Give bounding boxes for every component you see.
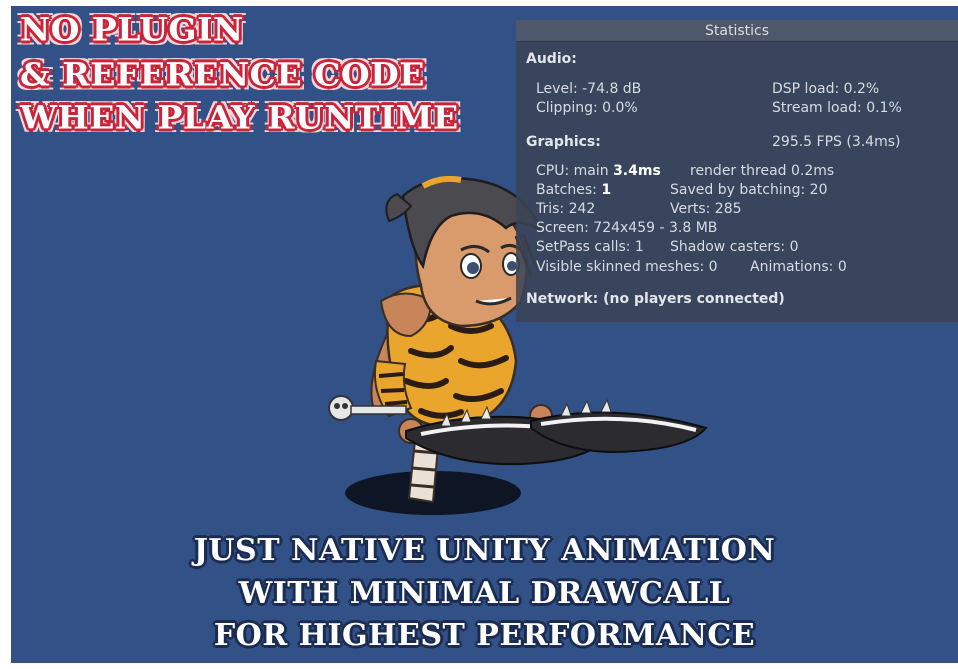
headline-line-3: WHEN PLAY RUNTIME xyxy=(20,99,459,137)
audio-heading: Audio: xyxy=(526,51,577,67)
game-viewport: NO PLUGIN & REFERENCE CODE WHEN PLAY RUN… xyxy=(11,6,958,663)
caption-line-3: FOR HIGHEST PERFORMANCE xyxy=(213,618,756,653)
statistics-title[interactable]: Statistics xyxy=(516,20,958,42)
audio-level: Level: -74.8 dB xyxy=(536,81,642,97)
screen-info: Screen: 724x459 - 3.8 MB xyxy=(536,220,718,236)
cpu-label: CPU: main xyxy=(536,163,614,179)
network-status: Network: (no players connected) xyxy=(526,291,785,307)
render-thread: render thread 0.2ms xyxy=(690,163,835,179)
batches-label: Batches: xyxy=(536,182,602,198)
audio-stream-load: Stream load: 0.1% xyxy=(772,100,902,116)
batches-value: 1 xyxy=(601,182,612,198)
saved-by-batching: Saved by batching: 20 xyxy=(670,182,828,198)
caption-line-2: WITH MINIMAL DRAWCALL xyxy=(238,576,731,611)
animations-count: Animations: 0 xyxy=(750,259,847,275)
shadow-casters: Shadow casters: 0 xyxy=(670,239,799,255)
headline-line-2: & REFERENCE CODE xyxy=(20,56,425,94)
graphics-heading: Graphics: xyxy=(526,134,601,150)
verts-count: Verts: 285 xyxy=(670,201,742,217)
audio-dsp-load: DSP load: 0.2% xyxy=(772,81,880,97)
visible-skinned-meshes: Visible skinned meshes: 0 xyxy=(536,259,718,275)
graphics-fps: 295.5 FPS (3.4ms) xyxy=(772,134,901,150)
tris-count: Tris: 242 xyxy=(536,201,596,217)
batches-line: Batches: 1 xyxy=(536,182,611,198)
setpass-calls: SetPass calls: 1 xyxy=(536,239,644,255)
statistics-panel: Statistics Audio: Level: -74.8 dB DSP lo… xyxy=(516,20,958,322)
headline-line-1: NO PLUGIN xyxy=(20,11,244,49)
cpu-main-value: 3.4ms xyxy=(613,163,661,179)
caption-line-1: JUST NATIVE UNITY ANIMATION xyxy=(193,533,776,568)
cpu-line: CPU: main 3.4ms xyxy=(536,163,661,179)
audio-clipping: Clipping: 0.0% xyxy=(536,100,638,116)
